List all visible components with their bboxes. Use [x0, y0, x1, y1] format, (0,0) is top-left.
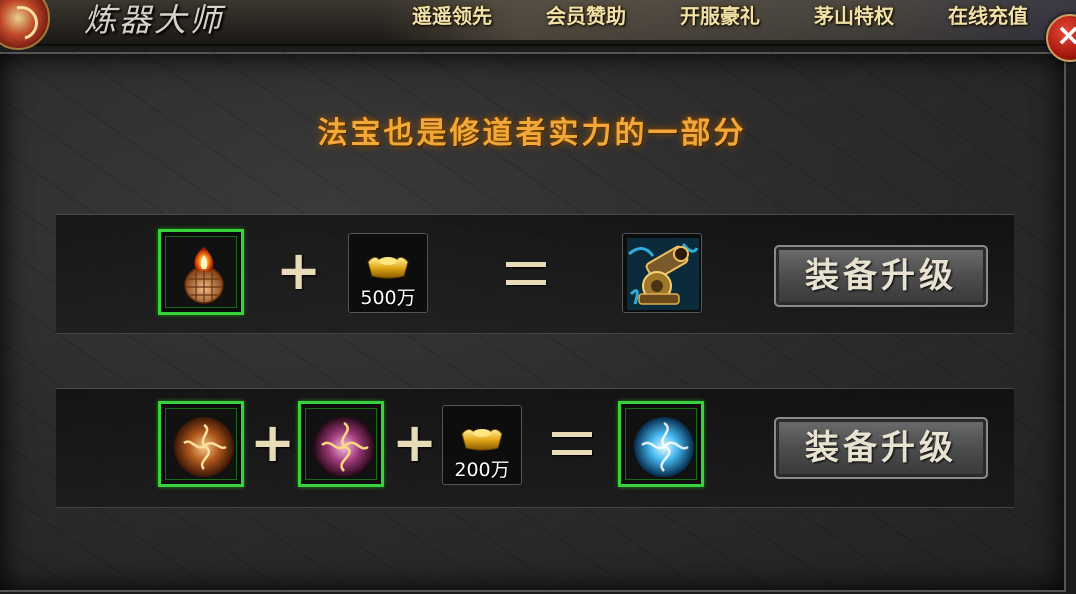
gold-ingot-icon	[461, 429, 503, 451]
menu-item-maoshan-privilege[interactable]: 茅山特权	[814, 0, 894, 34]
menu-item-online-recharge[interactable]: 在线充值	[948, 0, 1028, 34]
recipe-2-input-slot-2[interactable]	[298, 401, 384, 487]
equals-sign	[552, 432, 592, 456]
fire-seed-item-icon	[184, 247, 224, 304]
recipe-2-input-slot-1[interactable]	[158, 401, 244, 487]
recipe-2-output-slot[interactable]	[618, 401, 704, 487]
plus-sign: +	[276, 239, 322, 302]
plus-sign: +	[250, 411, 296, 474]
plus-sign: +	[392, 411, 438, 474]
menu-item-leading[interactable]: 遥遥领先	[412, 0, 492, 34]
menu-item-server-gift[interactable]: 开服豪礼	[680, 0, 760, 34]
panel-headline: 法宝也是修道者实力的一部分	[317, 116, 747, 151]
bronze-orb-item-icon	[174, 417, 234, 477]
equals-sign	[506, 262, 546, 286]
purple-orb-item-icon	[314, 417, 374, 477]
window-title: 炼器大师	[84, 1, 225, 39]
gold-ingot-icon	[367, 257, 409, 279]
recipe-1-gold-slot[interactable]: 500万	[348, 233, 428, 313]
blue-orb-item-icon	[634, 417, 694, 477]
upgrade-button-1[interactable]: 装备升级	[774, 245, 988, 307]
close-icon: ×	[1056, 18, 1076, 53]
gold-cost-label: 500万	[360, 287, 416, 309]
recipe-2-gold-slot[interactable]: 200万	[442, 405, 522, 485]
recipe-1-input-slot[interactable]	[158, 229, 244, 315]
upgrade-button-2[interactable]: 装备升级	[774, 417, 988, 479]
cannon-artifact-icon	[627, 238, 699, 310]
menu-item-vip-sponsor[interactable]: 会员赞助	[546, 0, 626, 34]
recipe-1-output-slot[interactable]	[622, 233, 702, 313]
gold-cost-label: 200万	[454, 459, 510, 481]
